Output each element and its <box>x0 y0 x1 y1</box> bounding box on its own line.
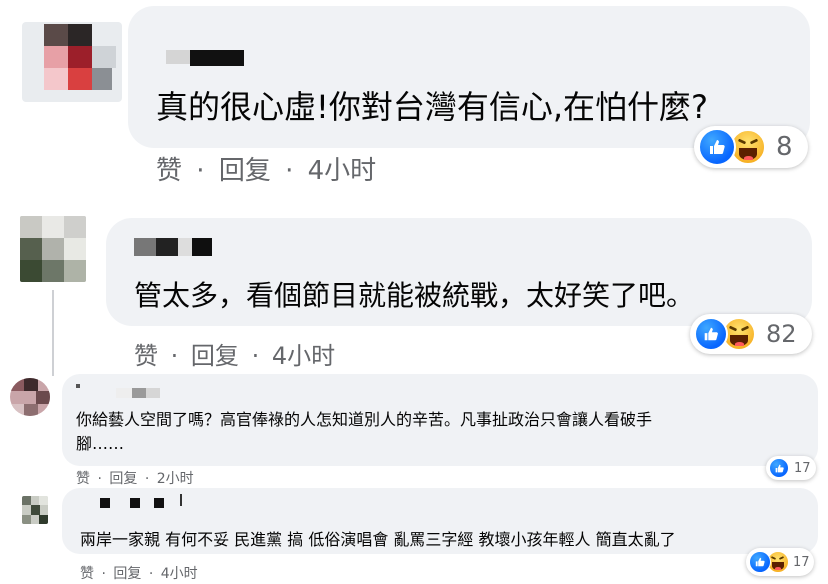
timestamp[interactable]: 2小时 <box>157 471 194 487</box>
avatar[interactable] <box>22 22 122 102</box>
reply-button[interactable]: 回复 <box>109 471 137 487</box>
separator: · <box>251 342 260 370</box>
reaction-count: 8 <box>776 132 793 162</box>
reaction-count: 17 <box>793 554 810 570</box>
separator: · <box>101 566 106 582</box>
reaction-summary[interactable]: 82 <box>690 314 812 354</box>
separator: · <box>148 566 154 582</box>
like-button[interactable]: 赞 <box>80 566 94 582</box>
reaction-count: 17 <box>794 460 811 476</box>
reaction-count: 82 <box>766 320 797 348</box>
separator: · <box>144 471 150 487</box>
like-button[interactable]: 赞 <box>156 156 182 186</box>
separator: · <box>97 471 102 487</box>
like-reaction-icon <box>749 551 771 573</box>
timestamp[interactable]: 4小时 <box>308 156 377 186</box>
reply-button[interactable]: 回复 <box>191 342 239 370</box>
separator: · <box>170 342 179 370</box>
like-button[interactable]: 赞 <box>76 471 90 487</box>
reply-button[interactable]: 回复 <box>113 566 141 582</box>
timestamp[interactable]: 4小时 <box>161 566 198 582</box>
reply-button[interactable]: 回复 <box>219 156 271 186</box>
comment-text: 兩岸一家親 有何不妥 民進黨 搞 低俗演唱會 亂罵三字經 教壞小孩年輕人 簡直太… <box>80 530 676 549</box>
reaction-summary[interactable]: 17 <box>766 456 816 480</box>
avatar[interactable] <box>10 378 50 416</box>
avatar[interactable] <box>20 216 86 282</box>
separator: · <box>196 156 205 186</box>
comment-text: 真的很心虛!你對台灣有信心,在怕什麼? <box>156 88 708 126</box>
like-button[interactable]: 赞 <box>134 342 158 370</box>
comment-actions: 赞 · 回复 · 4小时 <box>156 150 376 187</box>
comment-text-line-1: 你給藝人空間了嗎？高官俸祿的人怎知道別人的辛苦。凡事扯政治只會讓人看破手 <box>76 410 653 429</box>
comment-text: 管太多，看個節目就能被統戰，太好笑了吧。 <box>134 279 695 312</box>
like-reaction-icon <box>694 317 728 351</box>
separator: · <box>285 156 294 186</box>
comment-actions: 赞 · 回复 · 4小时 <box>80 563 198 583</box>
thread-line <box>52 290 54 376</box>
timestamp[interactable]: 4小时 <box>272 342 335 370</box>
reaction-summary[interactable]: 17 <box>746 548 814 576</box>
comment-actions: 赞 · 回复 · 4小时 <box>134 336 335 371</box>
comment-actions: 赞 · 回复 · 2小时 <box>76 468 194 488</box>
comment-text-line-2: 腳…… <box>76 434 125 453</box>
avatar[interactable] <box>22 496 48 524</box>
reaction-summary[interactable]: 8 <box>694 126 808 168</box>
like-reaction-icon <box>769 458 789 478</box>
like-reaction-icon <box>698 128 736 166</box>
